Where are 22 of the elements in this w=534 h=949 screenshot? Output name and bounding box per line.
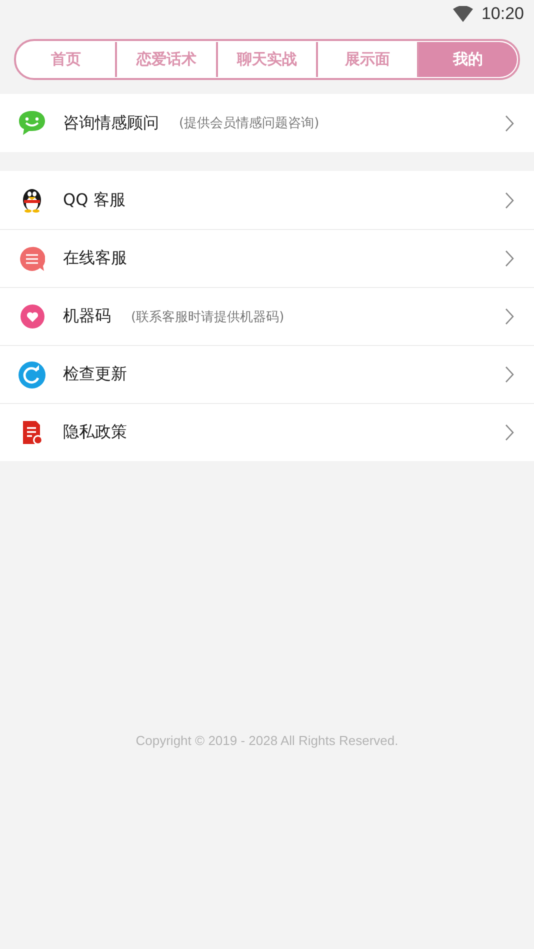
chevron-icon <box>505 308 514 325</box>
chevron-icon <box>505 424 514 441</box>
menu-note: (提供会员情感问题咨询) <box>179 115 320 132</box>
chevron-icon <box>505 192 514 208</box>
clock: 10:20 <box>481 4 524 24</box>
chevron-icon <box>505 250 514 267</box>
menu-label: QQ 客服 <box>63 190 126 210</box>
penguin-icon <box>20 187 44 213</box>
chevron-icon <box>505 114 514 132</box>
chat-bubble-icon <box>18 110 46 136</box>
menu-label: 咨询情感顾问 <box>63 112 159 134</box>
menu-label: 机器码 <box>63 306 111 327</box>
wifi-icon <box>453 6 474 22</box>
menu-label: 检查更新 <box>63 364 127 385</box>
chevron-icon <box>505 366 514 383</box>
message-bubble-icon <box>19 246 45 272</box>
document-icon <box>20 420 44 446</box>
menu-label: 隐私政策 <box>63 422 127 443</box>
refresh-icon <box>18 360 46 388</box>
menu-note: (联系客服时请提供机器码) <box>131 308 284 326</box>
copyright-text: Copyright © 2019 - 2028 All Rights Reserved. <box>136 733 398 748</box>
menu-label: 在线客服 <box>63 248 127 269</box>
